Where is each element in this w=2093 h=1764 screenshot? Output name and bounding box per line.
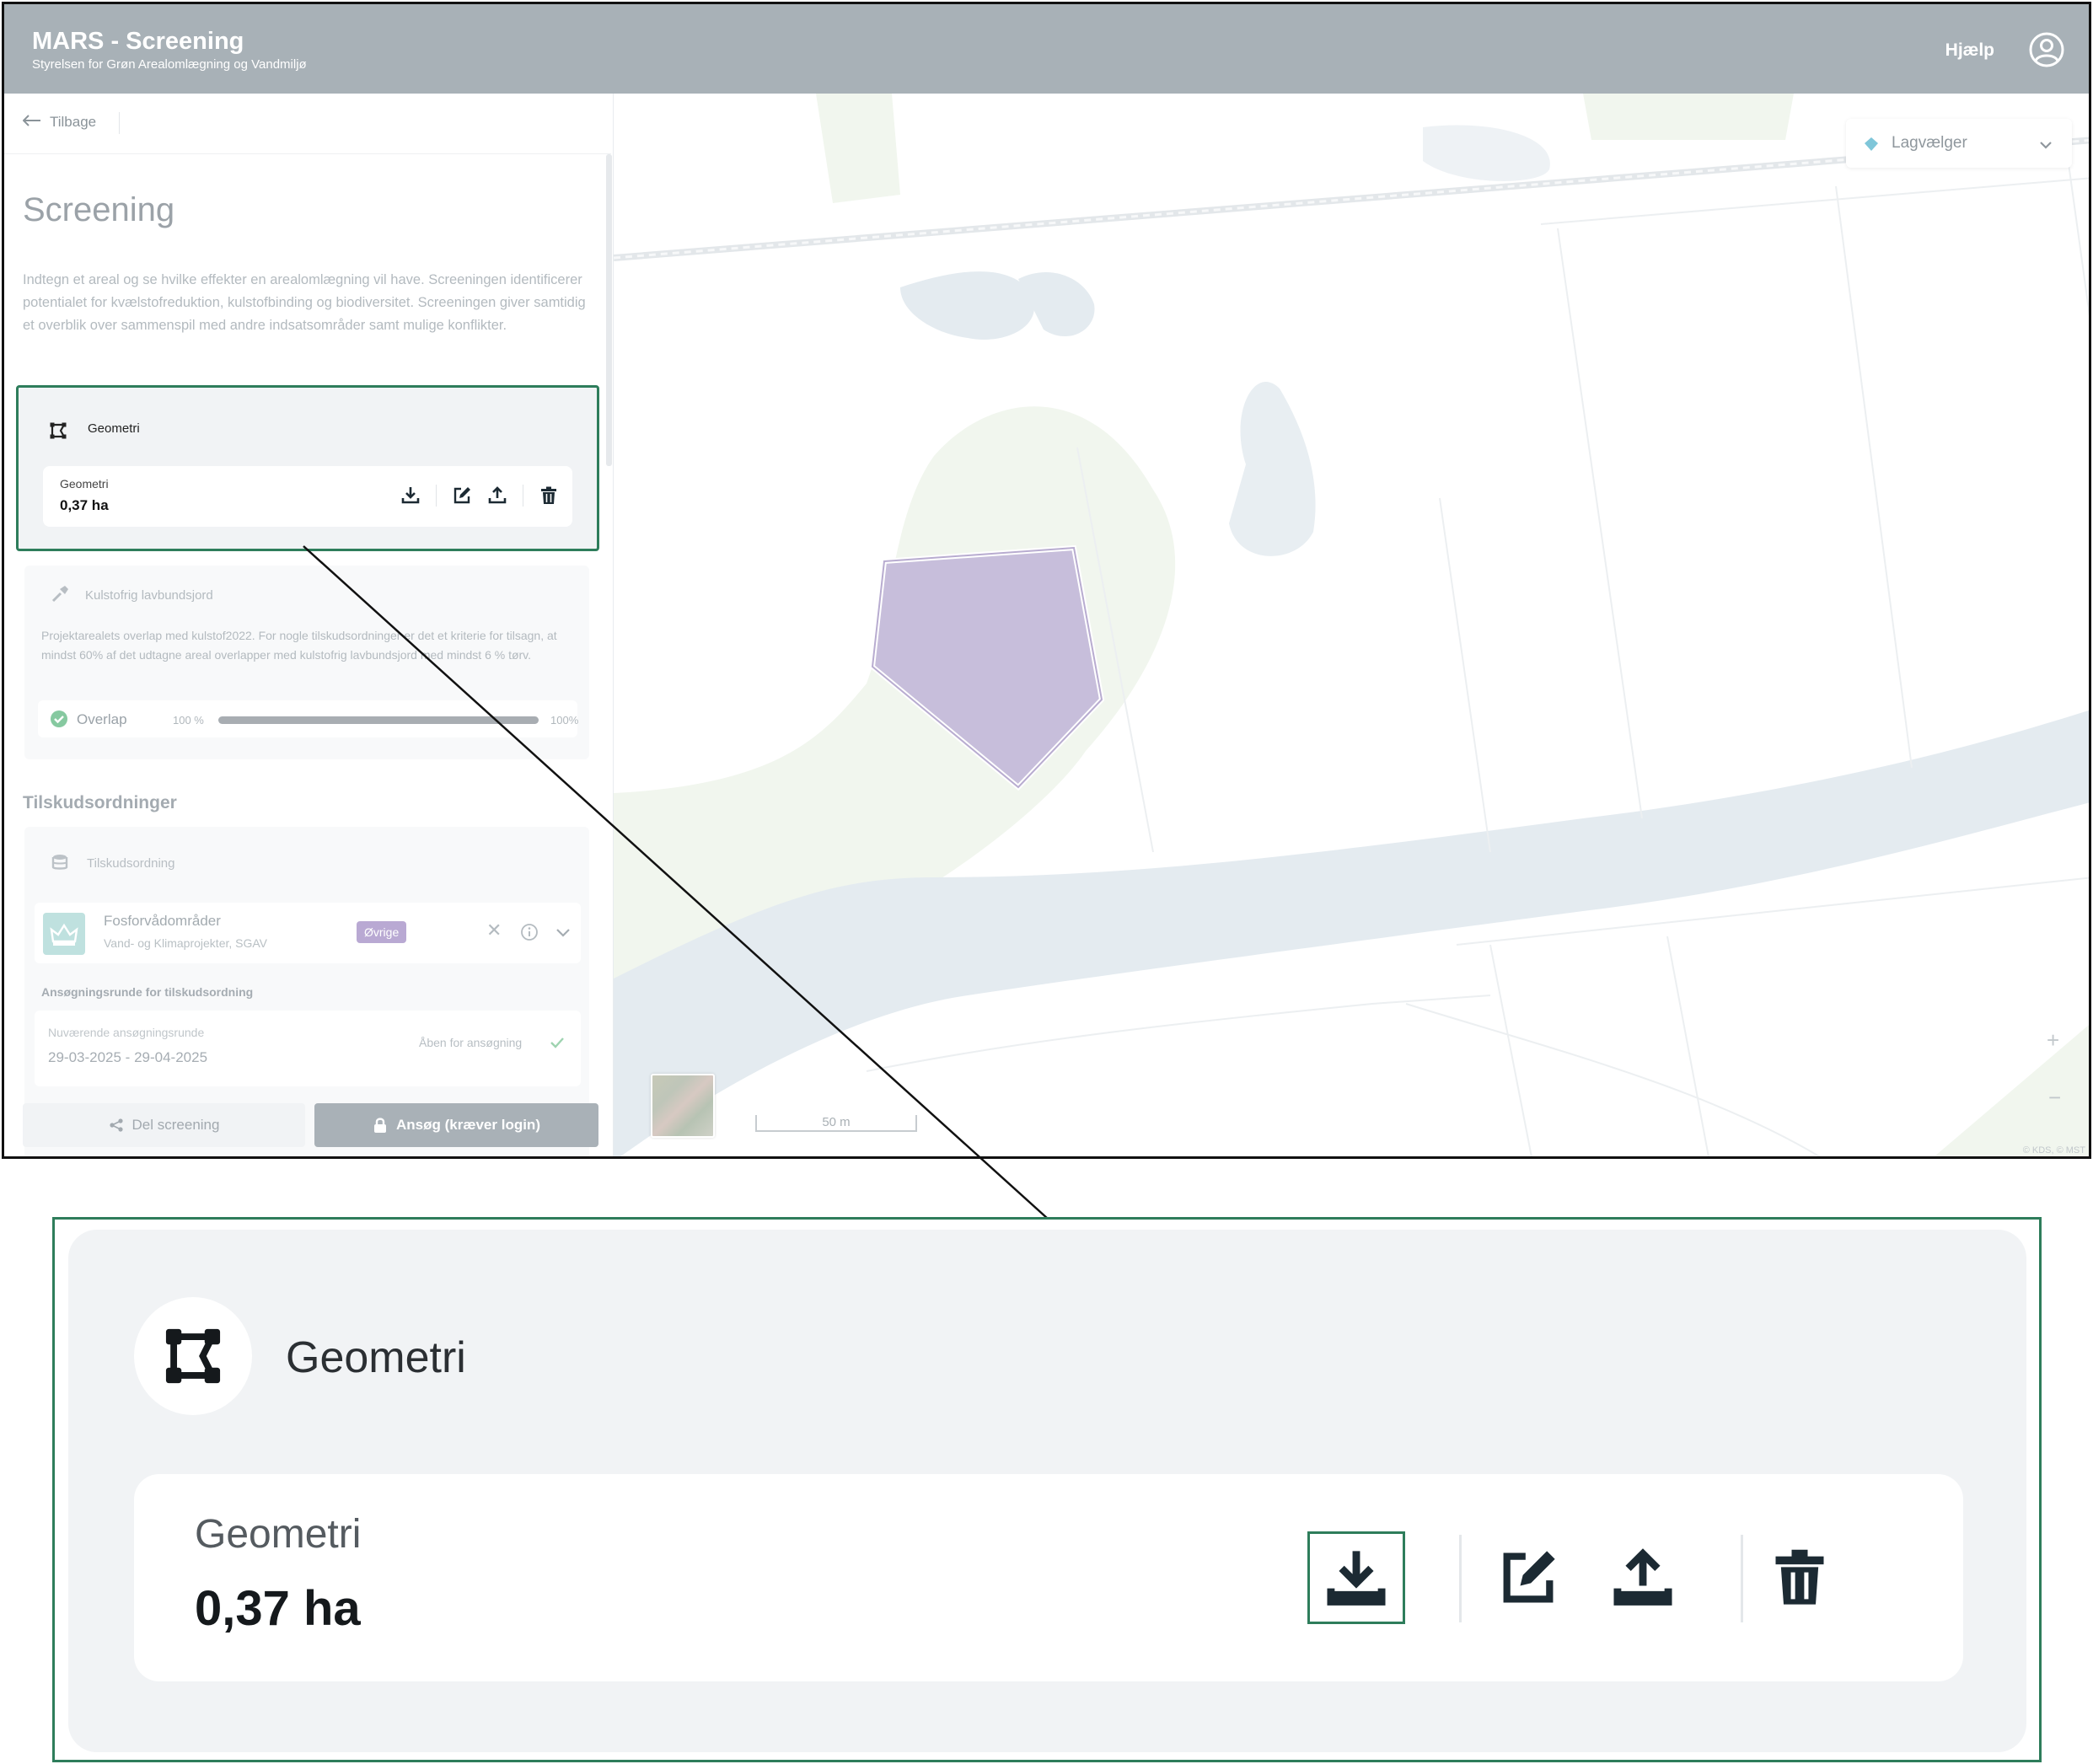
edit-button[interactable] xyxy=(1479,1531,1577,1624)
zoomed-geometry-card: Geometri Geometri 0,37 ha xyxy=(68,1230,2026,1752)
delete-button[interactable] xyxy=(1751,1531,1849,1624)
divider xyxy=(1459,1535,1462,1622)
divider xyxy=(1741,1535,1743,1622)
upload-icon xyxy=(1613,1548,1672,1606)
upload-button[interactable] xyxy=(1594,1531,1692,1624)
download-button[interactable] xyxy=(1307,1531,1405,1624)
zoomed-geometry-item: Geometri 0,37 ha xyxy=(134,1474,1963,1681)
zoomed-geometry-heading: Geometri xyxy=(286,1333,466,1382)
polygon-geometry-icon xyxy=(165,1328,221,1384)
edit-icon xyxy=(1503,1551,1555,1603)
trash-icon xyxy=(1775,1549,1824,1605)
zoomed-geometry-area-value: 0,37 ha xyxy=(195,1581,361,1636)
zoom-callout: Geometri Geometri 0,37 ha xyxy=(52,1217,2042,1762)
zoomed-geometry-item-label: Geometri xyxy=(195,1512,362,1557)
geometry-icon-circle xyxy=(134,1297,252,1415)
download-icon xyxy=(1327,1551,1386,1606)
